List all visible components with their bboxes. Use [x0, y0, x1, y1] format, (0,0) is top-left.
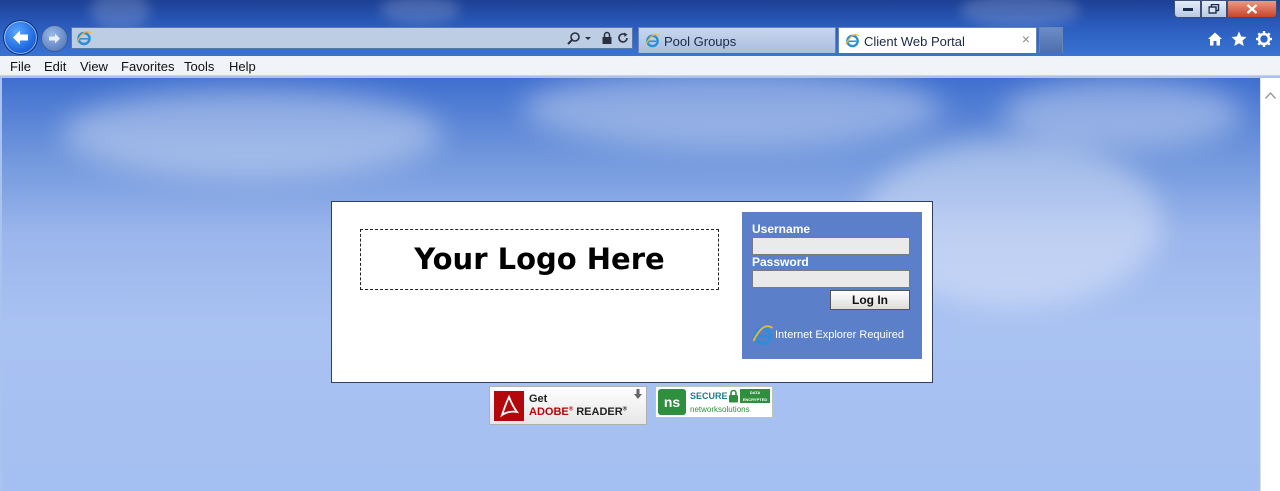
chevron-down-icon[interactable] — [584, 31, 592, 45]
ie-required-notice: Internet Explorer Required — [752, 324, 922, 346]
login-panel: Your Logo Here Username Password Log In … — [331, 201, 933, 383]
tab-label: Client Web Portal — [864, 34, 965, 49]
log-in-button[interactable]: Log In — [830, 290, 910, 310]
adobe-reader-icon — [494, 391, 524, 421]
close-tab-icon[interactable]: × — [1022, 32, 1030, 46]
vertical-scrollbar[interactable] — [1260, 78, 1280, 491]
adobe-get-text: Get — [529, 393, 548, 405]
lock-icon[interactable] — [600, 31, 614, 45]
adobe-reader-text: ADOBE® READER® — [529, 406, 628, 418]
logo-placeholder: Your Logo Here — [360, 229, 719, 290]
ie-required-text: Internet Explorer Required — [775, 329, 905, 341]
gear-icon[interactable] — [1255, 30, 1273, 48]
tab-client-web-portal[interactable]: Client Web Portal × — [838, 27, 1037, 53]
refresh-icon[interactable] — [616, 31, 630, 45]
username-input[interactable] — [752, 237, 910, 255]
get-adobe-reader-badge[interactable]: Get ADOBE® READER® — [489, 386, 647, 425]
menu-file[interactable]: File — [10, 59, 31, 74]
tab-pool-groups[interactable]: Pool Groups — [638, 27, 836, 53]
ie-logo-icon — [76, 31, 92, 46]
network-solutions-secure-badge[interactable]: ns SECURE DATA ENCRYPTED networksolution… — [655, 386, 773, 418]
address-bar[interactable] — [71, 27, 633, 49]
window-controls — [1174, 0, 1277, 19]
home-icon[interactable] — [1206, 30, 1224, 48]
menu-edit[interactable]: Edit — [44, 59, 66, 74]
menu-view[interactable]: View — [80, 59, 108, 74]
secure-text: SECURE — [690, 391, 728, 401]
password-input[interactable] — [752, 270, 910, 288]
minimize-icon — [1182, 8, 1193, 11]
minimize-button[interactable] — [1174, 0, 1201, 18]
restore-button[interactable] — [1201, 0, 1227, 18]
adobe-brand-text: ADOBE — [529, 406, 569, 418]
menu-bar: File Edit View Favorites Tools Help — [0, 56, 1280, 76]
tab-label: Pool Groups — [664, 34, 737, 49]
search-icon[interactable] — [567, 31, 581, 45]
close-icon — [1246, 4, 1258, 14]
new-tab-button[interactable] — [1039, 27, 1063, 53]
menu-help[interactable]: Help — [229, 59, 256, 74]
sky-cloud — [62, 88, 442, 178]
adobe-reader-label: READER — [576, 406, 623, 418]
forward-arrow-icon — [49, 33, 60, 44]
login-form: Username Password Log In Internet Explor… — [742, 212, 922, 359]
network-solutions-logo-icon: ns — [658, 389, 686, 415]
data-encrypted-tag: DATA ENCRYPTED — [740, 389, 770, 403]
menu-favorites[interactable]: Favorites — [121, 59, 174, 74]
ie-logo-icon — [645, 33, 660, 48]
sky-cloud — [522, 78, 942, 148]
scroll-up-arrow-icon[interactable] — [1265, 92, 1276, 99]
star-icon[interactable] — [1230, 30, 1248, 48]
download-arrow-icon — [634, 389, 642, 399]
password-label: Password — [752, 255, 809, 269]
ie-logo-icon — [752, 325, 774, 346]
ie-logo-icon — [845, 33, 860, 48]
network-solutions-name: networksolutions — [690, 405, 750, 414]
close-window-button[interactable] — [1227, 0, 1277, 18]
logo-placeholder-text: Your Logo Here — [414, 242, 665, 276]
back-arrow-icon — [13, 30, 28, 45]
forward-button[interactable] — [41, 25, 68, 52]
username-label: Username — [752, 222, 811, 236]
sky-cloud — [1002, 78, 1242, 148]
page-content: Your Logo Here Username Password Log In … — [2, 78, 1260, 491]
browser-chrome: Pool Groups Client Web Portal × — [0, 0, 1280, 56]
padlock-icon — [729, 389, 738, 403]
back-button[interactable] — [3, 20, 38, 55]
restore-icon — [1208, 4, 1220, 14]
menu-tools[interactable]: Tools — [184, 59, 214, 74]
address-input[interactable] — [96, 30, 530, 48]
